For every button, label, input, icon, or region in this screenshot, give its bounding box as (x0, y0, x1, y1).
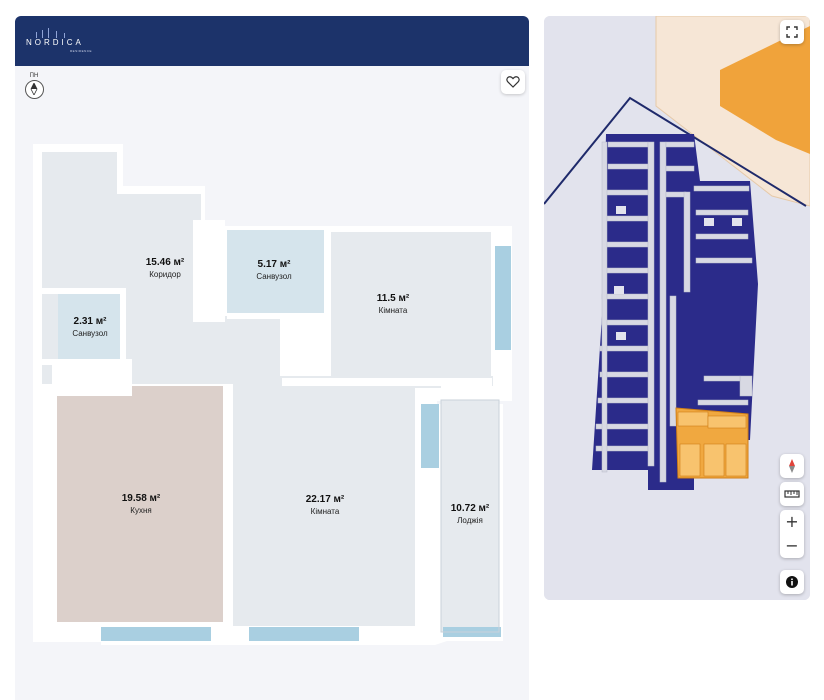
zoom-in-button[interactable]: + (780, 510, 804, 534)
zoom-controls: + − (780, 510, 804, 558)
room-area: 19.58 м² (121, 493, 161, 504)
room-name: Санвузол (256, 272, 292, 281)
room-area: 22.17 м² (305, 494, 345, 505)
building-map[interactable] (544, 16, 810, 600)
map-compass-button[interactable] (780, 454, 804, 478)
ruler-icon (784, 490, 800, 498)
zoom-out-button[interactable]: − (780, 534, 804, 558)
room-area: 2.31 м² (73, 316, 107, 327)
room-area: 11.5 м² (376, 293, 410, 304)
info-icon (786, 576, 798, 588)
room-name: Коридор (149, 270, 181, 279)
room-name: Лоджія (457, 516, 483, 525)
selected-apartment[interactable] (675, 407, 749, 479)
room-bedroom-2[interactable]: 22.17 м² Кімната (306, 494, 345, 517)
room-bedroom-1[interactable]: 11.5 м² Кімната (377, 293, 409, 316)
room-area: 15.46 м² (145, 257, 185, 268)
room-area: 5.17 м² (257, 259, 291, 270)
compass-icon (789, 459, 795, 473)
floor-plan-panel: NORDICA RESIDENCE ПН 15.46 м² Коридор 5.… (15, 16, 529, 700)
room-bathroom-2[interactable]: 2.31 м² Санвузол (72, 316, 107, 339)
room-name: Санвузол (72, 329, 108, 338)
fullscreen-icon (786, 26, 798, 38)
room-area: 10.72 м² (450, 503, 490, 514)
fullscreen-button[interactable] (780, 20, 804, 44)
ruler-button[interactable] (780, 482, 804, 506)
room-loggia[interactable]: 10.72 м² Лоджія (451, 503, 490, 526)
room-name: Кімната (310, 507, 340, 516)
room-name: Кухня (130, 506, 152, 515)
building-map-panel[interactable]: + − (544, 16, 810, 600)
room-corridor[interactable]: 15.46 м² Коридор (146, 257, 185, 280)
room-name: Кімната (378, 306, 408, 315)
room-bathroom-1[interactable]: 5.17 м² Санвузол (256, 259, 291, 282)
floor-plan-drawing (33, 144, 512, 645)
room-kitchen[interactable]: 19.58 м² Кухня (122, 493, 161, 516)
info-button[interactable] (780, 570, 804, 594)
